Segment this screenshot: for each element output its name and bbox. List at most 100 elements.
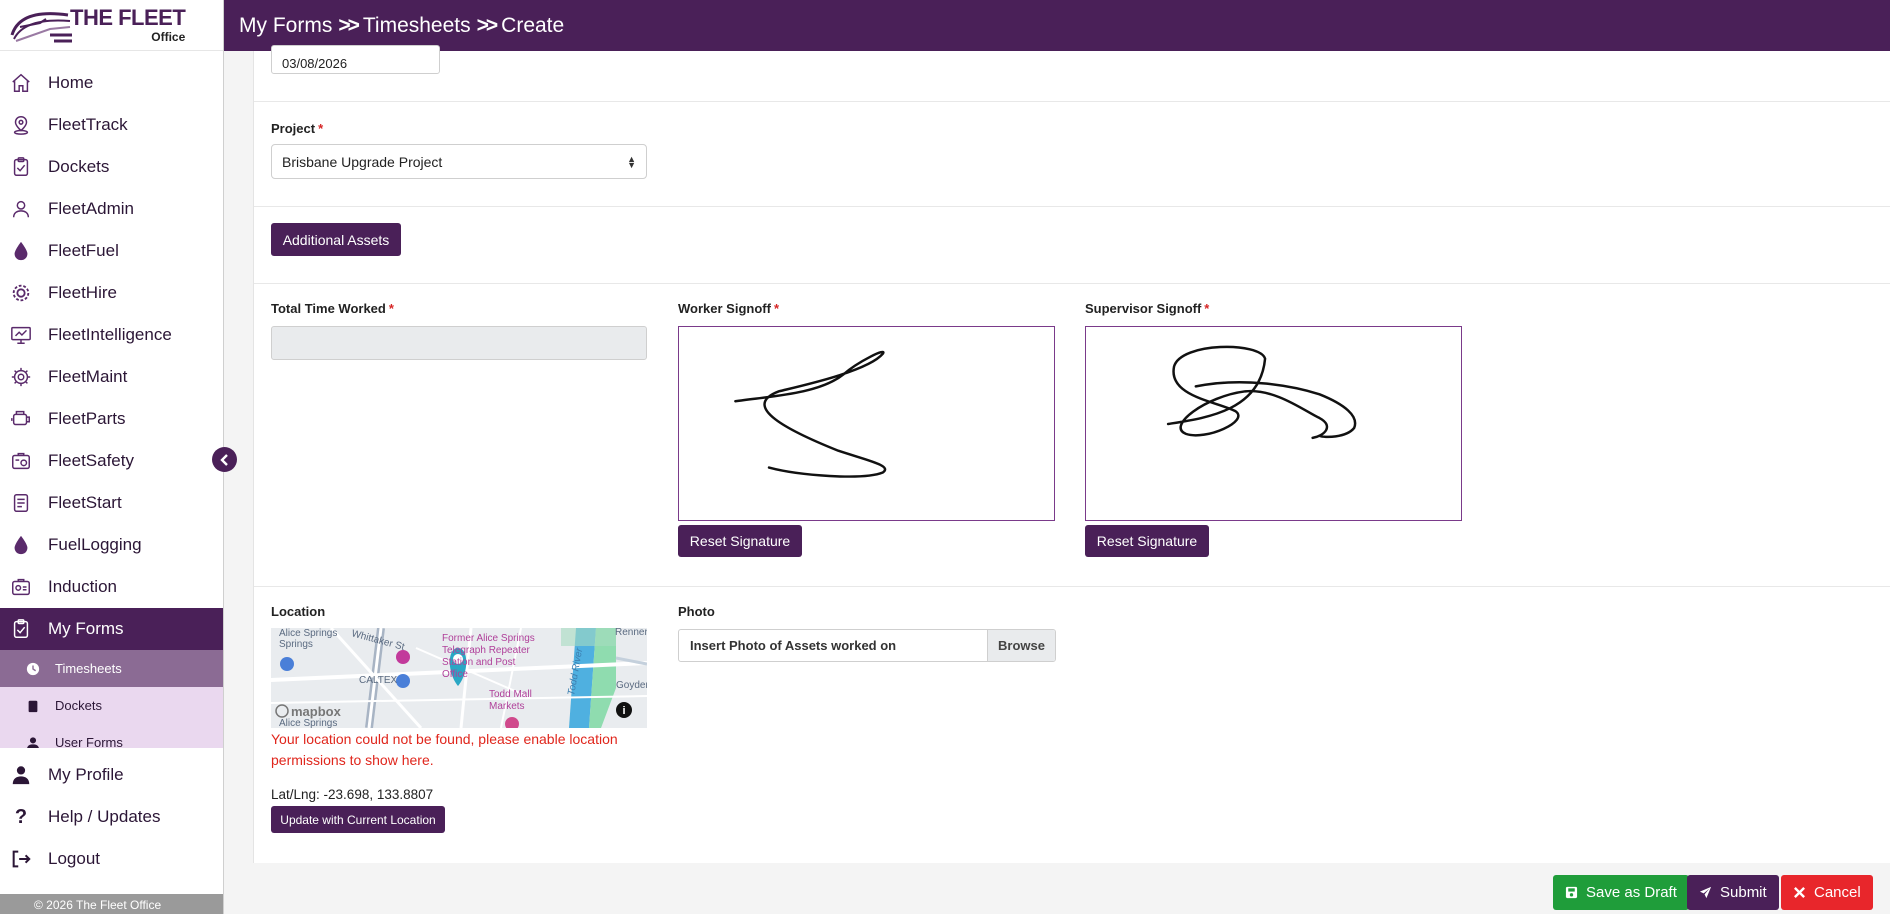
photo-file-input[interactable]: Insert Photo of Assets worked on Browse [678, 629, 1056, 662]
sidebar-footer: © 2026 The Fleet Office [0, 894, 223, 914]
sidebar-item-fleetstart[interactable]: FleetStart [0, 482, 223, 524]
user-icon [10, 764, 32, 786]
map-label-caltex: CALTEX [359, 675, 397, 686]
required-asterisk: * [773, 301, 779, 316]
date-field[interactable]: 03/08/2026 [271, 45, 440, 74]
photo-placeholder: Insert Photo of Assets worked on [690, 638, 897, 653]
additional-assets-button[interactable]: Additional Assets [271, 223, 401, 256]
sidebar-item-label: Logout [48, 849, 100, 868]
sidebar-item-fleetparts[interactable]: FleetParts [0, 398, 223, 440]
section-divider [254, 206, 1890, 207]
checklist-icon [10, 492, 32, 514]
fuel-drop-icon [10, 534, 32, 556]
sidebar-item-fleetintelligence[interactable]: FleetIntelligence [0, 314, 223, 356]
sidebar-item-fleetadmin[interactable]: FleetAdmin [0, 188, 223, 230]
close-icon [1794, 887, 1805, 898]
sidebar-item-label: Induction [48, 577, 117, 596]
submenu-item-dockets[interactable]: Dockets [0, 687, 223, 724]
map-label-office: Office [442, 669, 468, 680]
collapse-sidebar-button[interactable] [212, 447, 237, 472]
home-icon [10, 72, 32, 94]
map-label-alice-springs-bottom: Alice Springs [279, 718, 337, 728]
sidebar-item-label: FleetStart [48, 493, 122, 512]
submenu-item-label: Dockets [55, 698, 102, 713]
sidebar-item-my-forms[interactable]: My Forms [0, 608, 223, 650]
reset-supervisor-signature-button[interactable]: Reset Signature [1085, 525, 1209, 557]
location-error-message: Your location could not be found, please… [271, 731, 618, 768]
project-label: Project * [271, 121, 324, 136]
sidebar-nav: Home FleetTrack Dockets FleetAdmin Fleet… [0, 51, 223, 650]
submenu-item-user-forms[interactable]: User Forms [0, 724, 223, 748]
breadcrumb-separator-icon: >> [338, 13, 359, 37]
chevron-left-icon [219, 453, 228, 466]
user-admin-icon [10, 198, 32, 220]
browse-button[interactable]: Browse [987, 630, 1055, 661]
supervisor-signoff-label: Supervisor Signoff * [1085, 301, 1210, 316]
location-map[interactable]: i Alice Springs Springs Whittaker St For… [271, 628, 647, 728]
sidebar-item-induction[interactable]: Induction [0, 566, 223, 608]
sidebar-item-label: Dockets [48, 157, 110, 176]
sidebar-item-fleetmaint[interactable]: FleetMaint [0, 356, 223, 398]
cancel-label: Cancel [1814, 884, 1861, 901]
worker-signature-drawing [734, 350, 887, 478]
timesheet-form: 03/08/2026 Project * Brisbane Upgrade Pro… [253, 45, 1890, 863]
total-time-label: Total Time Worked * [271, 301, 394, 316]
breadcrumb-timesheets[interactable]: Timesheets [363, 14, 471, 38]
submenu-item-timesheets[interactable]: Timesheets [0, 650, 223, 687]
sidebar-item-label: FleetAdmin [48, 199, 134, 218]
save-icon [1565, 886, 1578, 899]
sidebar-item-label: FleetIntelligence [48, 325, 172, 344]
save-draft-button[interactable]: Save as Draft [1553, 875, 1689, 910]
map-pin-icon [10, 114, 32, 136]
sidebar-bottom-nav: My Profile ? Help / Updates Logout [0, 754, 223, 880]
location-label: Location [271, 604, 326, 619]
sidebar-item-logout[interactable]: Logout [0, 838, 223, 880]
breadcrumb-create: Create [501, 13, 565, 37]
maintenance-gear-icon [10, 366, 32, 388]
map-label-station: Station and Post [442, 657, 516, 668]
map-label-former-alice-springs: Former Alice Springs [442, 633, 535, 644]
sidebar-item-help-updates[interactable]: ? Help / Updates [0, 796, 223, 838]
sidebar-item-fuellogging[interactable]: FuelLogging [0, 524, 223, 566]
brand-logo[interactable]: THE FLEET Office [0, 0, 223, 51]
reset-worker-signature-button[interactable]: Reset Signature [678, 525, 802, 557]
update-location-button[interactable]: Update with Current Location [271, 806, 445, 833]
sidebar-item-home[interactable]: Home [0, 62, 223, 104]
required-asterisk: * [1204, 301, 1210, 316]
supervisor-signature-drawing [1166, 345, 1357, 440]
clipboard-icon [25, 698, 41, 714]
required-asterisk: * [388, 301, 394, 316]
fuel-drop-icon [10, 240, 32, 262]
required-asterisk: * [318, 121, 324, 136]
sidebar-item-label: Home [48, 73, 94, 92]
logout-icon [10, 848, 32, 870]
map-label-alice-springs-2: Springs [279, 639, 313, 650]
monitor-chart-icon [10, 324, 32, 346]
breadcrumb-my-forms[interactable]: My Forms [239, 14, 332, 38]
sidebar-item-dockets[interactable]: Dockets [0, 146, 223, 188]
cancel-button[interactable]: Cancel [1781, 875, 1873, 910]
sidebar-item-fleethire[interactable]: FleetHire [0, 272, 223, 314]
sidebar-item-my-profile[interactable]: My Profile [0, 754, 223, 796]
project-select-value: Brisbane Upgrade Project [282, 154, 443, 170]
worker-signature-pad[interactable] [678, 326, 1055, 521]
engine-part-icon [10, 408, 32, 430]
submit-button[interactable]: Submit [1687, 875, 1779, 910]
sidebar-item-label: FleetHire [48, 283, 117, 302]
save-draft-label: Save as Draft [1586, 884, 1677, 901]
sidebar: THE FLEET Office Home FleetTrack Dockets… [0, 0, 224, 914]
latlng-readout: Lat/Lng: -23.698, 133.8807 [271, 787, 434, 802]
supervisor-signature-pad[interactable] [1085, 326, 1462, 521]
sidebar-item-label: FleetTrack [48, 115, 128, 134]
sidebar-item-fleettrack[interactable]: FleetTrack [0, 104, 223, 146]
photo-label: Photo [678, 604, 715, 619]
svg-text:i: i [622, 705, 625, 717]
map-label-markets: Markets [489, 701, 525, 712]
section-divider [254, 283, 1890, 284]
sidebar-item-fleetfuel[interactable]: FleetFuel [0, 230, 223, 272]
sidebar-item-label: My Forms [48, 619, 124, 638]
sidebar-item-fleetsafety[interactable]: FleetSafety [0, 440, 223, 482]
section-divider [254, 586, 1890, 587]
project-select[interactable]: Brisbane Upgrade Project ▲ ▼ [271, 144, 647, 179]
sidebar-item-label: FuelLogging [48, 535, 142, 554]
